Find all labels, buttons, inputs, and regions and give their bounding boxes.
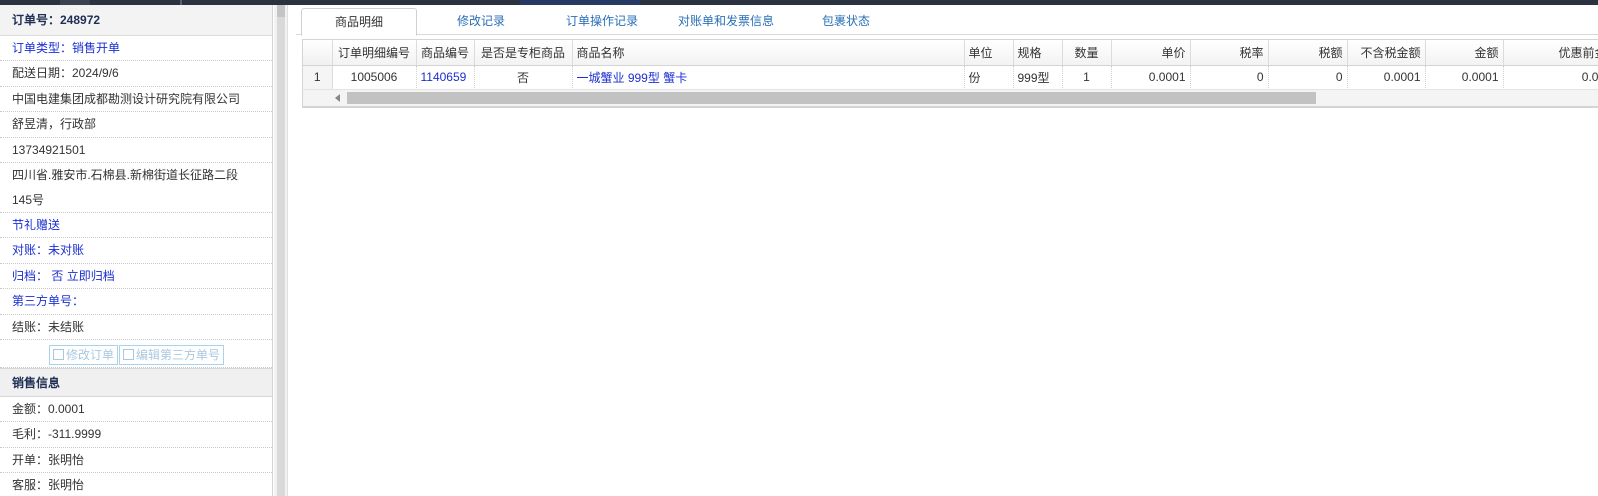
scrollbar-thumb[interactable] [347, 92, 1316, 104]
table-row[interactable]: 1 1005006 1140659 否 一城蟹业 999型 蟹卡 份 999型 … [303, 65, 1598, 90]
order-category: 节礼赠送 [0, 213, 272, 239]
splitter-scrollbar-thumb[interactable] [277, 5, 285, 17]
edit-icon [53, 348, 64, 360]
cell-quantity: 1 [1062, 65, 1112, 90]
col-detail-id[interactable]: 订单明细编号 [332, 40, 417, 66]
col-product-id[interactable]: 商品编号 [416, 40, 475, 66]
sales-info-title: 销售信息 [0, 367, 272, 397]
table-header-row: 订单明细编号 商品编号 是否是专柜商品 商品名称 单位 规格 数量 单价 税率 … [303, 40, 1598, 66]
col-tax-amount[interactable]: 税额 [1268, 40, 1348, 66]
reconcile-status: 对账：未对账 [0, 238, 272, 264]
edit-order-label: 修改订单 [66, 347, 115, 362]
sales-amount: 金额：0.0001 [0, 397, 272, 423]
grid-horizontal-scrollbar[interactable] [302, 89, 1598, 107]
scroll-left-arrow-icon[interactable] [335, 94, 340, 102]
col-unit-price[interactable]: 单价 [1111, 40, 1191, 66]
col-tax-rate[interactable]: 税率 [1190, 40, 1269, 66]
tab-package-status[interactable]: 包裹状态 [806, 8, 886, 36]
delivery-date: 配送日期：2024/9/6 [0, 61, 272, 87]
tab-order-operation-log[interactable]: 订单操作记录 [550, 8, 654, 36]
col-counter-product[interactable]: 是否是专柜商品 [474, 40, 573, 66]
edit-third-party-button[interactable]: 编辑第三方单号 [119, 344, 225, 365]
customer-contact: 舒昱清，行政部 [0, 112, 272, 138]
splitter-scrollbar[interactable] [277, 5, 285, 496]
order-number-title: 订单号：248972 [0, 5, 272, 36]
archive-label: 归档： [12, 268, 49, 283]
cell-spec: 999型 [1013, 65, 1063, 90]
archive-status: 归档： 否 立即归档 [0, 264, 272, 290]
col-amount[interactable]: 金额 [1425, 40, 1504, 66]
cell-product-id-link[interactable]: 1140659 [416, 65, 475, 90]
archive-value: 否 [51, 268, 64, 283]
order-info-panel: 订单号：248972 订单类型：销售开单 配送日期：2024/9/6 中国电建集… [0, 5, 273, 496]
cell-amount-before-discount: 0.0001 [1503, 65, 1598, 90]
customer-company: 中国电建集团成都勘测设计研究院有限公司 [0, 87, 272, 113]
cell-amount: 0.0001 [1425, 65, 1504, 90]
col-quantity[interactable]: 数量 [1062, 40, 1112, 66]
tab-bar: 商品明细 修改记录 订单操作记录 对账单和发票信息 包裹状态 [296, 5, 1598, 36]
order-type: 订单类型：销售开单 [0, 36, 272, 62]
col-row-number [303, 40, 333, 66]
cell-tax-rate: 0 [1190, 65, 1269, 90]
tab-product-details[interactable]: 商品明细 [301, 8, 417, 36]
sales-profit: 毛利：-311.9999 [0, 422, 272, 448]
tab-edit-history[interactable]: 修改记录 [432, 8, 530, 36]
edit-third-party-label: 编辑第三方单号 [136, 347, 221, 362]
delivery-address: 四川省.雅安市.石棉县.新棉街道长征路二段145号 [0, 163, 272, 213]
sales-follower: 客服：张明怡 [0, 473, 272, 496]
col-product-name[interactable]: 商品名称 [572, 40, 965, 66]
panel-splitter[interactable] [274, 5, 288, 496]
col-amount-ex-tax[interactable]: 不含税金额 [1347, 40, 1426, 66]
cell-counter-product: 否 [474, 65, 573, 90]
edit-order-button[interactable]: 修改订单 [49, 344, 119, 365]
cell-tax-amount: 0 [1268, 65, 1348, 90]
sales-opener: 开单：张明怡 [0, 448, 272, 474]
tab-statement-invoice[interactable]: 对账单和发票信息 [668, 8, 784, 36]
col-unit[interactable]: 单位 [964, 40, 1014, 66]
col-amount-before-discount[interactable]: 优惠前金额 [1503, 40, 1598, 66]
cell-amount-ex-tax: 0.0001 [1347, 65, 1426, 90]
col-spec[interactable]: 规格 [1013, 40, 1063, 66]
cell-product-name-link[interactable]: 一城蟹业 999型 蟹卡 [572, 65, 965, 90]
cell-unit-price: 0.0001 [1111, 65, 1191, 90]
edit-icon [123, 348, 135, 360]
third-party-order-number: 第三方单号： [0, 289, 272, 315]
archive-now-link[interactable]: 立即归档 [67, 269, 115, 283]
cell-row-number: 1 [303, 65, 333, 90]
product-table: 订单明细编号 商品编号 是否是专柜商品 商品名称 单位 规格 数量 单价 税率 … [303, 40, 1598, 90]
order-actions: 修改订单 编辑第三方单号 [0, 340, 272, 368]
settle-status: 结账：未结账 [0, 315, 272, 340]
cell-unit: 份 [964, 65, 1014, 90]
customer-phone: 13734921501 [0, 138, 272, 163]
cell-detail-id: 1005006 [332, 65, 417, 90]
